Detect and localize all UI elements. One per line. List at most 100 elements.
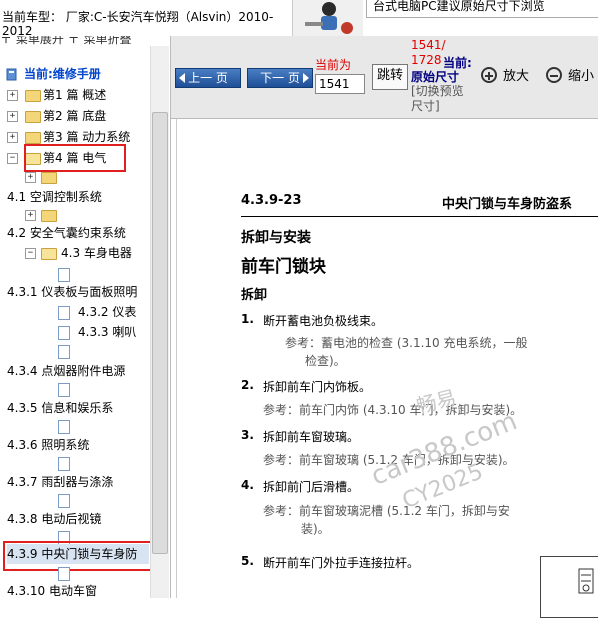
tree-item-label: 4.3.8 电动后视镜 bbox=[7, 512, 102, 526]
catalog-tree: 〒 菜单展开 〒 菜单折叠 当前:维修手册 + 第1 篇 概述 + 第2 篇 底… bbox=[0, 36, 171, 598]
tree-item-page[interactable] bbox=[58, 453, 78, 473]
zoom-in-label: 放大 bbox=[503, 69, 530, 84]
page-icon bbox=[58, 420, 70, 434]
tree-item-4-3-1[interactable]: 4.3.1 仪表板与面板照明 bbox=[7, 282, 137, 302]
switch-preview-size-link[interactable]: [切换预览尺寸] bbox=[411, 84, 471, 114]
page-icon bbox=[58, 494, 70, 508]
step-text: 拆卸前门后滑槽。 bbox=[263, 480, 360, 494]
zoom-in-button[interactable]: 放大 bbox=[481, 66, 541, 88]
tree-item-folder[interactable]: + bbox=[24, 205, 64, 225]
tree-item-4-1[interactable]: 4.1 空调控制系统 bbox=[7, 187, 102, 207]
page-number-label: 当前为 bbox=[315, 58, 352, 72]
next-page-button[interactable]: 下一 页 bbox=[247, 68, 313, 88]
section-title: 中央门锁与车身防盗系 bbox=[442, 197, 573, 212]
tree-item-label: 4.3.4 点烟器附件电源 bbox=[7, 364, 126, 378]
original-size-label: 原始尺寸 bbox=[411, 70, 460, 84]
tree-item-page[interactable] bbox=[58, 379, 78, 399]
tree-item-label: 4.3.5 信息和娱乐系 bbox=[7, 401, 114, 415]
tree-item-label: 4.3 车身电器 bbox=[61, 246, 132, 260]
tree-item-label: 4.1 空调控制系统 bbox=[7, 190, 102, 204]
tree-scrollbar-thumb[interactable] bbox=[152, 112, 168, 554]
top-banner: 当前车型： 厂家:C-长安汽车悦翔（Alsvin）2010-2012 台式电脑P… bbox=[0, 0, 598, 36]
step-reference: 参考：前车窗玻璃泥槽 (5.1.2 车门，拆卸与安 bbox=[263, 504, 510, 518]
tree-toolbar[interactable]: 〒 菜单展开 〒 菜单折叠 bbox=[0, 36, 150, 46]
tree-item-4-3-6[interactable]: 4.3.6 照明系统 bbox=[7, 435, 89, 455]
tree-item-4-3-3[interactable]: 4.3.3 喇叭 bbox=[58, 322, 158, 342]
expand-icon[interactable]: + bbox=[25, 210, 36, 221]
tree-item-chapter2[interactable]: + 第2 篇 底盘 bbox=[6, 106, 156, 126]
browse-tip: 台式电脑PC建议原始尺寸下浏览 bbox=[366, 0, 598, 18]
tree-item-label: 第2 篇 底盘 bbox=[43, 109, 107, 123]
header-rule bbox=[241, 216, 598, 217]
tree-item-4-3-8[interactable]: 4.3.8 电动后视镜 bbox=[7, 509, 101, 529]
go-button[interactable]: 跳转 bbox=[372, 64, 408, 90]
diagram-thumbnail bbox=[540, 556, 598, 618]
tree-item-label: 第1 篇 概述 bbox=[43, 88, 107, 102]
prev-page-label: 上一 页 bbox=[188, 71, 228, 85]
tree-item-label: 4.2 安全气囊约束系统 bbox=[7, 226, 126, 240]
manual-icon bbox=[6, 68, 17, 81]
vehicle-title: 当前车型： 厂家:C-长安汽车悦翔（Alsvin）2010-2012 bbox=[2, 10, 274, 36]
plus-bar bbox=[488, 72, 490, 80]
heading-2: 前车门锁块 bbox=[241, 257, 326, 277]
collapse-icon[interactable]: − bbox=[25, 248, 36, 259]
step-number: 5. bbox=[241, 554, 254, 568]
page-icon bbox=[58, 457, 70, 471]
expand-icon[interactable]: + bbox=[7, 90, 18, 101]
tree-item-label: 4.3.6 照明系统 bbox=[7, 438, 90, 452]
step-text: 拆卸前车窗玻璃。 bbox=[263, 430, 360, 444]
tree-item-4-2[interactable]: 4.2 安全气囊约束系统 bbox=[7, 223, 126, 243]
document-page: 4.3.9-23 中央门锁与车身防盗系 拆卸与安装 前车门锁块 拆卸 1. 断开… bbox=[176, 119, 598, 598]
arrow-right-icon bbox=[303, 73, 309, 83]
open-folder-icon bbox=[41, 248, 57, 260]
tree-item-page[interactable] bbox=[58, 563, 78, 583]
page-icon bbox=[58, 567, 70, 581]
step-reference: 参考：蓄电池的检查 (3.1.10 充电系统，一般 bbox=[285, 336, 528, 350]
tree-item-label: 4.3.10 电动车窗 bbox=[7, 584, 97, 598]
collapse-icon[interactable]: − bbox=[7, 153, 18, 164]
next-page-label: 下一 页 bbox=[260, 71, 300, 85]
tree-item-chapter1[interactable]: + 第1 篇 概述 bbox=[6, 85, 156, 105]
tree-item-page[interactable] bbox=[58, 490, 78, 510]
tree-item-folder[interactable]: + bbox=[24, 167, 64, 187]
page-icon bbox=[58, 345, 70, 359]
heading-1: 拆卸与安装 bbox=[241, 230, 311, 246]
door-lock-figure-icon bbox=[578, 568, 594, 594]
tree-item-page[interactable] bbox=[58, 416, 78, 436]
step-number: 2. bbox=[241, 378, 254, 392]
folder-icon bbox=[25, 132, 41, 144]
step-reference-cont: 检查)。 bbox=[305, 354, 346, 368]
folder-icon bbox=[41, 172, 57, 184]
tree-item-label: 4.3.1 仪表板与面板照明 bbox=[7, 285, 138, 299]
tree-item-4-3-2[interactable]: 4.3.2 仪表 bbox=[58, 302, 158, 322]
step-text: 断开蓄电池负极线束。 bbox=[263, 314, 384, 328]
tree-item-page[interactable] bbox=[58, 341, 78, 361]
mechanic-icon bbox=[305, 2, 353, 34]
tree-item-4-3-10[interactable]: 4.3.10 电动车窗 bbox=[7, 581, 97, 598]
page-icon bbox=[58, 306, 70, 320]
tree-item-4-3-7[interactable]: 4.3.7 雨刮器与涤涤 bbox=[7, 472, 113, 492]
prev-page-button[interactable]: 上一 页 bbox=[175, 68, 241, 88]
tree-item-4-3-5[interactable]: 4.3.5 信息和娱乐系 bbox=[7, 398, 113, 418]
step-number: 1. bbox=[241, 312, 254, 326]
tree-item-4-3[interactable]: − 4.3 车身电器 bbox=[24, 243, 164, 263]
page-number-input[interactable] bbox=[315, 74, 365, 94]
tree-item-4-3-4[interactable]: 4.3.4 点烟器附件电源 bbox=[7, 361, 125, 381]
step-text: 拆卸前车门内饰板。 bbox=[263, 380, 372, 394]
zoom-out-button[interactable]: 缩小 bbox=[546, 66, 598, 88]
highlight-box bbox=[3, 541, 153, 571]
arrow-left-icon bbox=[179, 73, 185, 83]
page-icon bbox=[58, 326, 70, 340]
heading-3: 拆卸 bbox=[241, 288, 268, 303]
minus-bar bbox=[550, 75, 558, 77]
step-reference: 参考：前车门内饰 (4.3.10 车门，拆卸与安装)。 bbox=[263, 403, 523, 417]
page-icon bbox=[58, 268, 70, 282]
step-number: 3. bbox=[241, 428, 254, 442]
expand-icon[interactable]: + bbox=[25, 172, 36, 183]
step-number: 4. bbox=[241, 478, 254, 492]
page-count: 1541/ 1728 bbox=[411, 38, 446, 67]
expand-icon[interactable]: + bbox=[7, 111, 18, 122]
tree-item-label: 4.3.7 雨刮器与涤涤 bbox=[7, 475, 114, 489]
tree-item-page[interactable] bbox=[58, 264, 78, 284]
expand-icon[interactable]: + bbox=[7, 132, 18, 143]
